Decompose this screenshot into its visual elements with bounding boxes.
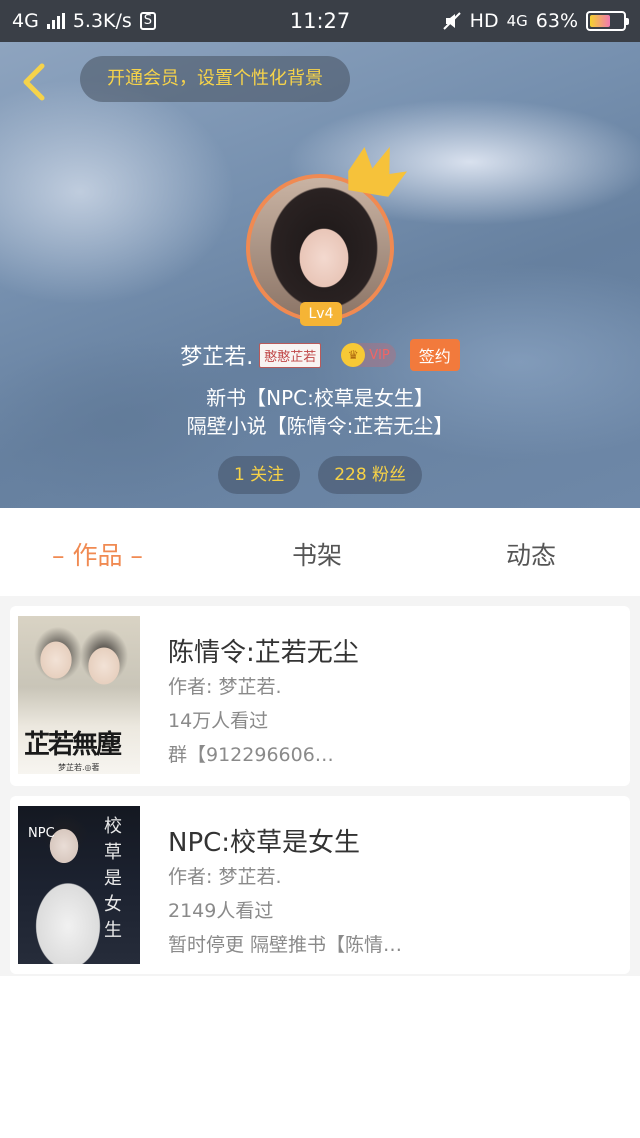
vip-crown-icon: ♛ xyxy=(341,343,366,367)
book-description: 暂时停更 隔壁推书【陈情… xyxy=(168,934,403,956)
vip-label: VIP xyxy=(369,347,390,363)
list-item[interactable]: NPC 校草是女生 NPC:校草是女生 作者: 梦芷若. 2149人看过 暂时停… xyxy=(10,796,630,974)
book-description: 群【912296606… xyxy=(168,744,334,766)
signed-badge: 签约 xyxy=(409,339,460,371)
back-button[interactable] xyxy=(20,62,50,102)
vip-badge[interactable]: ♛ VIP xyxy=(341,343,396,367)
fan-badge[interactable]: 憨憨芷若 xyxy=(259,342,322,368)
battery-icon xyxy=(586,11,629,31)
status-right: HD 4G 63% xyxy=(442,10,629,32)
cover-title: 芷若無塵 xyxy=(24,730,122,760)
tab-works[interactable]: – 作品 – xyxy=(52,536,143,572)
tab-bookshelf[interactable]: 书架 xyxy=(292,536,342,572)
hd-label: HD xyxy=(469,10,499,32)
bio-line-2: 隔壁小说【陈情令:芷若无尘】 xyxy=(186,414,454,438)
profile-header: 开通会员，设置个性化背景 Lv4 梦芷若. 憨憨芷若 ♛ VIP 签约 新书【N… xyxy=(0,42,640,508)
book-cover[interactable]: 芷若無塵 梦芷若.◎著 xyxy=(18,616,140,774)
tab-bar: – 作品 – 书架 动态 xyxy=(0,508,640,596)
battery-fill xyxy=(590,15,611,27)
cover-author: 梦芷若.◎著 xyxy=(58,763,100,772)
avatar-container[interactable]: Lv4 xyxy=(246,146,408,326)
book-views: 2149人看过 xyxy=(168,900,274,922)
bio: 新书【NPC:校草是女生】 隔壁小说【陈情令:芷若无尘】 xyxy=(0,384,640,440)
book-cover[interactable]: NPC 校草是女生 xyxy=(18,806,140,964)
cover-vertical-title: 校草是女生 xyxy=(104,816,122,941)
vip-background-banner[interactable]: 开通会员，设置个性化背景 xyxy=(80,56,350,102)
following-button[interactable]: 1 关注 xyxy=(217,456,301,494)
empty-area xyxy=(0,976,640,1138)
book-title[interactable]: NPC:校草是女生 xyxy=(168,822,360,859)
book-title[interactable]: 陈情令:芷若无尘 xyxy=(168,632,359,669)
book-author: 作者: 梦芷若. xyxy=(168,866,282,888)
status-bar: 4G 5.3K/s S 11:27 HD 4G 63% xyxy=(0,0,640,42)
bio-line-1: 新书【NPC:校草是女生】 xyxy=(206,386,434,410)
name-row: 梦芷若. 憨憨芷若 ♛ VIP 签约 xyxy=(0,338,640,372)
mute-icon xyxy=(442,12,461,30)
chevron-left-icon xyxy=(23,63,45,101)
book-author: 作者: 梦芷若. xyxy=(168,676,282,698)
list-item[interactable]: 芷若無塵 梦芷若.◎著 陈情令:芷若无尘 作者: 梦芷若. 14万人看过 群【9… xyxy=(10,606,630,786)
battery-percent: 63% xyxy=(535,10,578,32)
crown-icon xyxy=(348,146,408,197)
network-type-right: 4G xyxy=(506,12,528,30)
followers-button[interactable]: 228 粉丝 xyxy=(318,456,423,494)
book-views: 14万人看过 xyxy=(168,710,269,732)
username: 梦芷若. xyxy=(180,345,254,370)
stats-row: 1 关注 228 粉丝 xyxy=(0,456,640,494)
level-badge: Lv4 xyxy=(300,302,342,326)
cover-npc: NPC xyxy=(28,826,55,841)
book-list: 芷若無塵 梦芷若.◎著 陈情令:芷若无尘 作者: 梦芷若. 14万人看过 群【9… xyxy=(0,596,640,976)
tab-feed[interactable]: 动态 xyxy=(506,536,556,572)
